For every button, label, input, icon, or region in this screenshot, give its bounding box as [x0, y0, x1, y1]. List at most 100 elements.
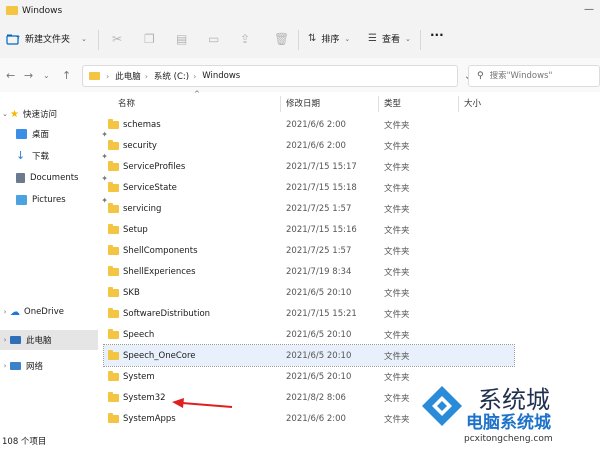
- table-row[interactable]: Speech_OneCore 2021/6/5 20:10 文件夹: [103, 344, 515, 367]
- file-name: ServiceProfiles: [123, 161, 186, 172]
- file-type: 文件夹: [384, 393, 410, 404]
- recent-chevron-icon[interactable]: ⌄: [43, 71, 50, 80]
- table-row[interactable]: schemas 2021/6/6 2:00 文件夹: [104, 114, 514, 135]
- delete-icon[interactable]: 🗑: [274, 32, 289, 46]
- sidebar-item-desktop[interactable]: 桌面 ✦: [0, 124, 114, 144]
- column-header-name[interactable]: 名称: [118, 92, 135, 114]
- sidebar-item-onedrive[interactable]: › ☁ OneDrive: [0, 302, 98, 322]
- file-name: ShellComponents: [123, 245, 198, 256]
- column-separator: [378, 96, 379, 112]
- table-row[interactable]: SoftwareDistribution 2021/7/15 15:21 文件夹: [104, 303, 514, 324]
- table-row[interactable]: servicing 2021/7/25 1:57 文件夹: [104, 198, 514, 219]
- rename-icon[interactable]: ▭: [208, 32, 219, 46]
- navigation-pane: ⌄ ★ 快速访问 桌面 ✦ ↓ 下载 ✦ Documents ✦ Picture…: [0, 92, 108, 432]
- column-separator: [280, 96, 281, 112]
- column-header-type[interactable]: 类型: [384, 92, 401, 114]
- file-name: servicing: [123, 203, 162, 214]
- annotation-arrow-icon: [172, 398, 233, 408]
- table-row[interactable]: ServiceState 2021/7/15 15:18 文件夹: [104, 177, 514, 198]
- watermark-url: pcxitongcheng.com: [464, 434, 553, 444]
- back-icon[interactable]: ←: [6, 69, 15, 82]
- file-name-cell: System32: [108, 387, 166, 408]
- table-row[interactable]: ShellExperiences 2021/7/19 8:34 文件夹: [104, 261, 514, 282]
- download-icon: ↓: [16, 149, 26, 162]
- file-name-cell: ShellComponents: [108, 240, 198, 261]
- table-row[interactable]: SKB 2021/6/5 20:10 文件夹: [104, 282, 514, 303]
- file-name-cell: servicing: [108, 198, 161, 219]
- folder-icon: [108, 223, 119, 234]
- table-row[interactable]: Speech 2021/6/5 20:10 文件夹: [104, 324, 514, 345]
- column-header-size[interactable]: 大小: [464, 92, 481, 114]
- folder-icon: [89, 72, 100, 80]
- file-date: 2021/8/2 8:06: [286, 392, 346, 403]
- sidebar-item-quick-access[interactable]: ⌄ ★ 快速访问: [0, 104, 98, 124]
- search-box[interactable]: ⚲: [468, 65, 600, 87]
- command-bar: + 新建文件夹 ⌄ ✂ ❐ ▤ ▭ ⇪ 🗑 ⇅ 排序 ⌄ ☰ 查看 ⌄ ···: [0, 22, 600, 59]
- search-input[interactable]: [489, 71, 590, 81]
- file-date: 2021/6/5 20:10: [286, 329, 352, 340]
- chevron-right-icon: ›: [3, 308, 7, 316]
- file-type: 文件夹: [384, 162, 410, 173]
- file-date: 2021/7/19 8:34: [286, 266, 352, 277]
- separator: [298, 30, 299, 50]
- sort-icon: ⇅: [308, 33, 317, 44]
- file-name: ServiceState: [123, 182, 177, 193]
- folder-icon: [108, 349, 119, 360]
- chevron-down-icon: ⌄: [81, 34, 87, 43]
- share-icon[interactable]: ⇪: [240, 32, 250, 46]
- sidebar-item-label: Documents: [30, 173, 79, 183]
- forward-icon[interactable]: →: [24, 69, 33, 82]
- sidebar-item-this-pc[interactable]: › 此电脑: [0, 330, 98, 350]
- file-name-cell: SystemApps: [108, 408, 176, 429]
- file-date: 2021/7/15 15:17: [286, 161, 357, 172]
- desktop-icon: [16, 129, 27, 139]
- file-name-cell: Setup: [108, 219, 148, 240]
- copy-icon[interactable]: ❐: [144, 32, 155, 46]
- sidebar-item-downloads[interactable]: ↓ 下载 ✦: [0, 146, 114, 166]
- file-name-cell: SoftwareDistribution: [108, 303, 210, 324]
- file-name-cell: schemas: [108, 114, 161, 135]
- file-name-cell: System: [108, 366, 155, 387]
- file-name-cell: security: [108, 135, 157, 156]
- sidebar-item-label: OneDrive: [24, 307, 64, 317]
- folder-icon: [108, 265, 119, 276]
- cut-icon[interactable]: ✂: [112, 32, 122, 46]
- table-row[interactable]: security 2021/6/6 2:00 文件夹: [104, 135, 514, 156]
- sidebar-item-pictures[interactable]: Pictures ✦: [0, 190, 114, 210]
- sidebar-item-network[interactable]: › 网络: [0, 356, 98, 376]
- file-type: 文件夹: [384, 288, 410, 299]
- file-date: 2021/6/6 2:00: [286, 413, 346, 424]
- minimize-icon[interactable]: —: [584, 4, 594, 15]
- breadcrumb-this-pc[interactable]: 此电脑: [115, 70, 141, 82]
- up-icon[interactable]: ↑: [62, 69, 71, 82]
- documents-icon: [16, 173, 25, 183]
- file-type: 文件夹: [384, 330, 410, 341]
- file-type: 文件夹: [384, 225, 410, 236]
- new-folder-button[interactable]: + 新建文件夹 ⌄: [6, 32, 87, 45]
- more-options-button[interactable]: ···: [430, 28, 444, 42]
- view-button[interactable]: ☰ 查看 ⌄: [368, 32, 411, 45]
- file-name: Speech_OneCore: [123, 350, 196, 361]
- sidebar-item-label: 下载: [32, 152, 50, 162]
- sidebar-item-documents[interactable]: Documents ✦: [0, 168, 114, 188]
- breadcrumb-c-drive[interactable]: 系统 (C:): [154, 70, 189, 82]
- file-type: 文件夹: [384, 141, 410, 152]
- file-type: 文件夹: [384, 120, 410, 131]
- folder-icon: [108, 412, 119, 423]
- file-date: 2021/6/5 20:10: [286, 371, 352, 382]
- folder-icon: [108, 244, 119, 255]
- file-name: SKB: [123, 287, 140, 298]
- column-header-date[interactable]: 修改日期: [286, 92, 320, 114]
- pictures-icon: [16, 195, 27, 205]
- file-type: 文件夹: [384, 351, 410, 362]
- address-bar[interactable]: › 此电脑 › 系统 (C:) › Windows: [82, 65, 458, 87]
- breadcrumb-windows[interactable]: Windows: [202, 71, 240, 81]
- table-row[interactable]: Setup 2021/7/15 15:16 文件夹: [104, 219, 514, 240]
- svg-text:+: +: [16, 34, 20, 41]
- sort-button[interactable]: ⇅ 排序 ⌄: [308, 32, 350, 45]
- file-name: SoftwareDistribution: [123, 308, 211, 319]
- table-row[interactable]: ServiceProfiles 2021/7/15 15:17 文件夹: [104, 156, 514, 177]
- paste-icon[interactable]: ▤: [176, 32, 187, 46]
- table-row[interactable]: ShellComponents 2021/7/25 1:57 文件夹: [104, 240, 514, 261]
- folder-icon: [108, 181, 119, 192]
